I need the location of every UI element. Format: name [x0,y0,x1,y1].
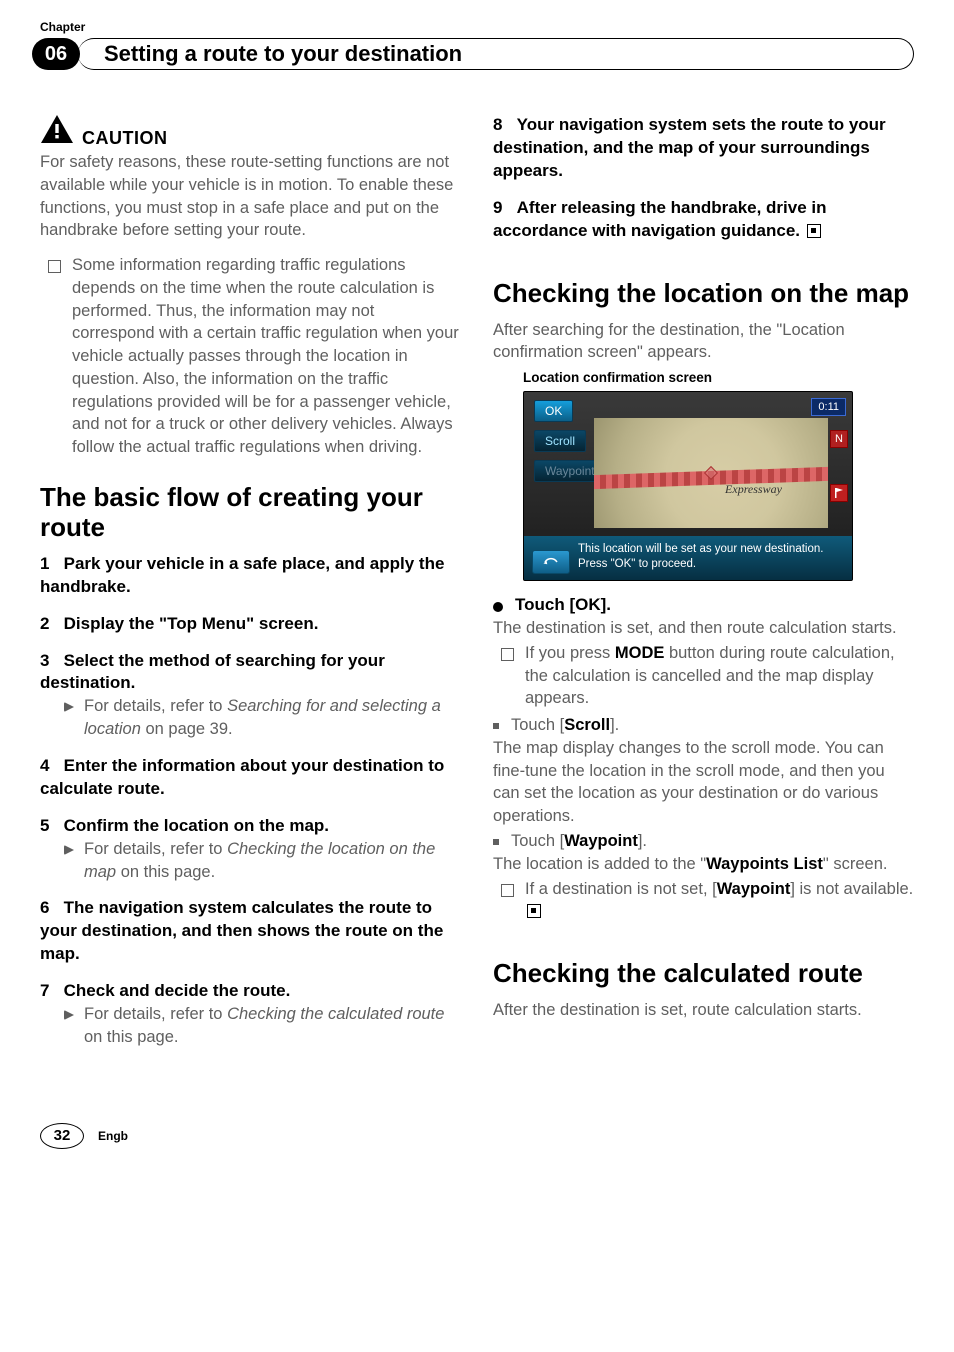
chapter-title-container: Setting a route to your destination [78,38,914,70]
warning-icon [40,114,74,149]
ss-back-button [532,550,570,574]
ts-pre: Touch [ [511,716,564,734]
wp-body-pre: The location is added to the " [493,855,706,873]
step-2-n: 2 [40,614,49,633]
step-6-n: 6 [40,898,49,917]
wp-body-suf: " screen. [823,855,888,873]
chapter-header: 06 Setting a route to your destination [40,38,914,70]
ts-bold: Scroll [564,716,610,734]
step-3-n: 3 [40,651,49,670]
tw-bold: Waypoint [564,832,638,850]
language-code: Engb [98,1129,128,1143]
step-5: 5 Confirm the location on the map. For d… [40,815,461,883]
wp-note-bold: Waypoint [717,880,791,898]
caution-heading: CAUTION [40,114,461,149]
waypoint-body: The location is added to the "Waypoints … [493,853,914,876]
step-5-head: Confirm the location on the map. [64,816,329,835]
step-9: 9 After releasing the handbrake, drive i… [493,197,914,243]
ss-footer-line2: Press "OK" to proceed. [578,557,844,572]
wp-note-pre: If a destination is not set, [ [525,880,717,898]
tw-suf: ]. [638,832,647,850]
ss-north-icon: N [830,430,848,448]
figure-caption: Location confirmation screen [523,370,914,385]
touch-ok-row: Touch [OK]. [493,595,914,615]
step-4: 4 Enter the information about your desti… [40,755,461,801]
ss-footer: This location will be set as your new de… [524,536,852,580]
step-5-sub-suf: on this page. [116,863,215,881]
step-3-sub-pre: For details, refer to [84,697,227,715]
section-check-location-title: Checking the location on the map [493,279,914,309]
step-7-sub-suf: on this page. [84,1028,179,1046]
location-confirmation-screenshot: OK Scroll Waypoint 0:11 N Expressway Thi… [523,391,853,581]
end-mark-icon [807,224,821,238]
step-6-head: The navigation system calculates the rou… [40,898,443,963]
wp-body-bold: Waypoints List [706,855,823,873]
step-7: 7 Check and decide the route. For detail… [40,980,461,1048]
touch-waypoint: Touch [Waypoint]. [493,830,914,853]
step-4-head: Enter the information about your destina… [40,756,444,798]
left-column: CAUTION For safety reasons, these route-… [40,114,461,1063]
ss-scroll-button: Scroll [534,430,586,452]
mode-note: If you press MODE button during route ca… [493,642,914,710]
ts-suf: ]. [610,716,619,734]
chapter-title: Setting a route to your destination [104,41,462,67]
step-9-head: After releasing the handbrake, drive in … [493,198,827,240]
check-route-intro: After the destination is set, route calc… [493,999,914,1022]
page-number: 32 [40,1123,84,1149]
step-3-head: Select the method of searching for your … [40,651,385,693]
right-column: 8 Your navigation system sets the route … [493,114,914,1063]
scroll-body: The map display changes to the scroll mo… [493,737,914,828]
step-3: 3 Select the method of searching for you… [40,650,461,741]
touch-ok-body: The destination is set, and then route c… [493,617,914,640]
step-7-n: 7 [40,981,49,1000]
mode-note-pre: If you press [525,644,615,662]
step-3-sub-suf: on page 39. [141,720,233,738]
page-footer: 32 Engb [40,1123,914,1149]
step-4-n: 4 [40,756,49,775]
chapter-number-badge: 06 [32,38,80,70]
step-7-sub-pre: For details, refer to [84,1005,227,1023]
waypoint-note: If a destination is not set, [Waypoint] … [493,878,914,924]
section-basic-flow-title: The basic flow of creating your route [40,483,461,543]
mode-note-bold: MODE [615,644,665,662]
tw-pre: Touch [ [511,832,564,850]
caution-note: Some information regarding traffic regul… [40,254,461,459]
caution-body: For safety reasons, these route-setting … [40,151,461,242]
step-8-n: 8 [493,115,502,134]
step-5-sub: For details, refer to Checking the locat… [64,838,461,884]
step-7-sub-ital: Checking the calculated route [227,1005,444,1023]
step-3-sub: For details, refer to Searching for and … [64,695,461,741]
ss-footer-line1: This location will be set as your new de… [578,542,844,557]
bullet-icon [493,602,503,612]
chapter-label: Chapter [40,20,914,34]
ss-road-label: Expressway [725,482,782,497]
step-2-head: Display the "Top Menu" screen. [64,614,319,633]
step-7-sub: For details, refer to Checking the calcu… [64,1003,461,1049]
check-location-intro: After searching for the destination, the… [493,319,914,365]
step-1-n: 1 [40,554,49,573]
step-7-head: Check and decide the route. [64,981,291,1000]
caution-label: CAUTION [82,128,168,149]
ss-timer: 0:11 [811,398,846,416]
wp-note-suf: ] is not available. [790,880,913,898]
step-5-n: 5 [40,816,49,835]
touch-scroll: Touch [Scroll]. [493,714,914,737]
ss-map-area: Expressway [594,418,828,528]
end-mark-icon-2 [527,904,541,918]
step-6: 6 The navigation system calculates the r… [40,897,461,966]
touch-ok-label: Touch [OK]. [515,595,611,615]
ss-ok-button: OK [534,400,573,422]
step-8-head: Your navigation system sets the route to… [493,115,886,180]
step-2: 2 Display the "Top Menu" screen. [40,613,461,636]
step-1-head: Park your vehicle in a safe place, and a… [40,554,444,596]
ss-flag-icon [830,484,848,502]
step-9-n: 9 [493,198,502,217]
step-5-sub-pre: For details, refer to [84,840,227,858]
step-1: 1 Park your vehicle in a safe place, and… [40,553,461,599]
section-check-route-title: Checking the calculated route [493,959,914,989]
step-8: 8 Your navigation system sets the route … [493,114,914,183]
